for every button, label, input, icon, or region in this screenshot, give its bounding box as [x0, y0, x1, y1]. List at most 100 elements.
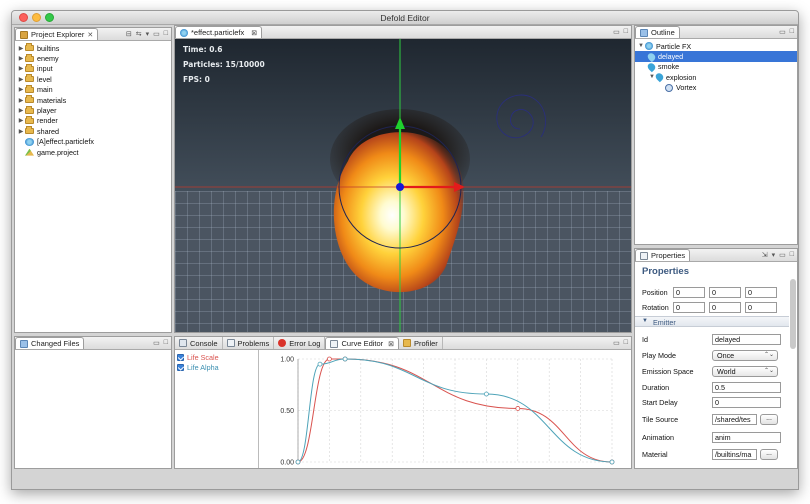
tree-item-level[interactable]: ▶ level [17, 74, 169, 84]
emitter-section-header[interactable]: ▼ Emitter [635, 316, 789, 327]
curve-chart[interactable]: 1.00 0.50 0.00 [260, 350, 632, 469]
life-alpha-control-point[interactable] [295, 459, 301, 465]
view-menu-icon[interactable]: ▾ [772, 251, 776, 259]
life-scale-control-point[interactable] [327, 356, 332, 362]
outline-item-smoke[interactable]: smoke [635, 61, 797, 73]
section-collapse-icon[interactable]: ▼ [642, 318, 648, 324]
outline-item-vortex[interactable]: Vortex [635, 83, 797, 93]
expand-arrow-icon[interactable]: ▶ [17, 97, 25, 104]
life-alpha-control-point[interactable] [483, 391, 489, 397]
expand-arrow-icon[interactable]: ▶ [17, 76, 25, 83]
minimize-view-icon[interactable]: ▭ [153, 30, 160, 38]
maximize-view-icon[interactable]: □ [624, 339, 628, 347]
material-browse-button[interactable]: ... [760, 449, 778, 460]
properties-scrollbar[interactable] [790, 279, 796, 349]
pivot-handle[interactable] [396, 183, 404, 191]
tab-outline[interactable]: Outline [635, 26, 680, 38]
life-alpha-checkbox[interactable] [177, 364, 184, 372]
maximize-view-icon[interactable]: □ [164, 30, 168, 38]
properties-panel: Properties ⇲ ▾ ▭ □ Properties Position 0… [634, 248, 798, 469]
emitter-section-label: Emitter [653, 318, 676, 327]
outline-item-delayed[interactable]: delayed [635, 51, 797, 62]
tile-source-browse-button[interactable]: ... [760, 414, 778, 425]
move-x-arrow-icon[interactable] [454, 182, 465, 192]
play-mode-select[interactable]: Once ⌃⌄ [712, 350, 778, 361]
tab-profiler[interactable]: Profiler [399, 337, 443, 349]
expand-arrow-icon[interactable]: ▶ [17, 117, 25, 124]
folder-icon [25, 126, 34, 135]
scene-viewport[interactable]: Time: 0.6 Particles: 15/10000 FPS: 0 [175, 39, 631, 332]
rotation-z-input[interactable]: 0 [745, 302, 777, 313]
window-title: Defold Editor [380, 13, 430, 23]
life-alpha-control-point[interactable] [317, 361, 323, 367]
tab-curve-editor[interactable]: Curve Editor ⊠ [325, 337, 400, 349]
tab-properties[interactable]: Properties [635, 249, 691, 261]
view-menu-icon[interactable]: ▾ [146, 30, 150, 38]
tab-problems[interactable]: Problems [223, 337, 275, 349]
tab-effect-particlefx[interactable]: *effect.particlefx ⊠ [175, 26, 263, 38]
life-scale-checkbox[interactable] [177, 353, 184, 361]
expand-arrow-icon[interactable]: ▶ [17, 107, 25, 114]
position-y-input[interactable]: 0 [709, 287, 741, 298]
expand-arrow-icon[interactable]: ▶ [17, 86, 25, 93]
expand-arrow-icon[interactable]: ▶ [17, 45, 25, 52]
tab-changed-files[interactable]: Changed Files [15, 337, 85, 349]
animation-input[interactable]: anim [712, 432, 781, 443]
minimize-view-icon[interactable]: ▭ [613, 339, 620, 347]
tree-item-effect-particlefx[interactable]: [A]effect.particlefx [17, 137, 169, 147]
close-tab-icon[interactable]: ⊠ [388, 340, 394, 348]
position-z-input[interactable]: 0 [745, 287, 777, 298]
curve-item-life-alpha[interactable]: Life Alpha [177, 362, 256, 372]
expand-arrow-icon[interactable]: ▶ [17, 128, 25, 135]
maximize-view-icon[interactable]: □ [164, 339, 168, 347]
tree-item-game-project[interactable]: game.project [17, 147, 169, 157]
expand-arrow-icon[interactable]: ▶ [17, 65, 25, 72]
close-tab-icon[interactable]: ⊠ [251, 29, 257, 37]
outline-item-particle-fx[interactable]: ▼ Particle FX [635, 41, 797, 51]
close-tab-icon[interactable]: ✕ [87, 31, 93, 39]
tree-item-input[interactable]: ▶ input [17, 63, 169, 74]
tile-source-input[interactable]: /shared/tes [712, 414, 757, 425]
minimize-view-icon[interactable]: ▭ [153, 339, 160, 347]
curve-item-life-scale[interactable]: Life Scale [177, 352, 256, 362]
folder-icon [25, 43, 34, 52]
position-x-input[interactable]: 0 [673, 287, 705, 298]
emission-space-select[interactable]: World ⌃⌄ [712, 366, 778, 377]
minimize-view-icon[interactable]: ▭ [613, 28, 620, 36]
collapse-all-icon[interactable]: ⊟ [126, 30, 132, 38]
tab-error-log[interactable]: Error Log [274, 337, 326, 349]
tree-item-materials[interactable]: ▶ materials [17, 95, 169, 105]
project-tree: ▶ builtins ▶ enemy ▶ input ▶ level ▶ main ▶ ma… [15, 41, 171, 157]
animation-label: Animation [642, 433, 674, 442]
collapse-arrow-icon[interactable]: ▼ [637, 43, 645, 49]
tree-item-main[interactable]: ▶ main [17, 84, 169, 95]
outline-item-explosion[interactable]: ▼ explosion [635, 72, 797, 83]
tree-item-builtins[interactable]: ▶ builtins [17, 43, 169, 53]
life-alpha-control-point[interactable] [609, 459, 615, 465]
life-alpha-control-point[interactable] [342, 356, 348, 362]
maximize-view-icon[interactable]: □ [790, 251, 794, 259]
minimize-view-icon[interactable]: ▭ [779, 28, 786, 36]
pin-view-icon[interactable]: ⇲ [762, 251, 768, 259]
move-y-arrow-icon[interactable] [395, 117, 405, 129]
y-tick-label: 0.00 [280, 460, 294, 467]
vortex-modifier[interactable] [496, 94, 547, 139]
material-input[interactable]: /builtins/ma [712, 449, 757, 460]
life-scale-control-point[interactable] [515, 406, 521, 411]
tree-item-shared[interactable]: ▶ shared [17, 126, 169, 136]
duration-input[interactable]: 0.5 [712, 382, 781, 393]
expand-arrow-icon[interactable]: ▶ [17, 55, 25, 62]
start-delay-input[interactable]: 0 [712, 397, 781, 408]
tab-project-explorer[interactable]: Project Explorer ✕ [15, 28, 99, 40]
maximize-view-icon[interactable]: □ [624, 28, 628, 36]
minimize-view-icon[interactable]: ▭ [779, 251, 786, 259]
tree-item-render[interactable]: ▶ render [17, 115, 169, 126]
tree-item-enemy[interactable]: ▶ enemy [17, 53, 169, 63]
id-input[interactable]: delayed [712, 334, 781, 345]
maximize-view-icon[interactable]: □ [790, 28, 794, 36]
tab-console[interactable]: Console [175, 337, 223, 349]
tree-item-player[interactable]: ▶ player [17, 105, 169, 115]
rotation-y-input[interactable]: 0 [709, 302, 741, 313]
link-editor-icon[interactable]: ⇆ [136, 30, 142, 38]
rotation-x-input[interactable]: 0 [673, 302, 705, 313]
